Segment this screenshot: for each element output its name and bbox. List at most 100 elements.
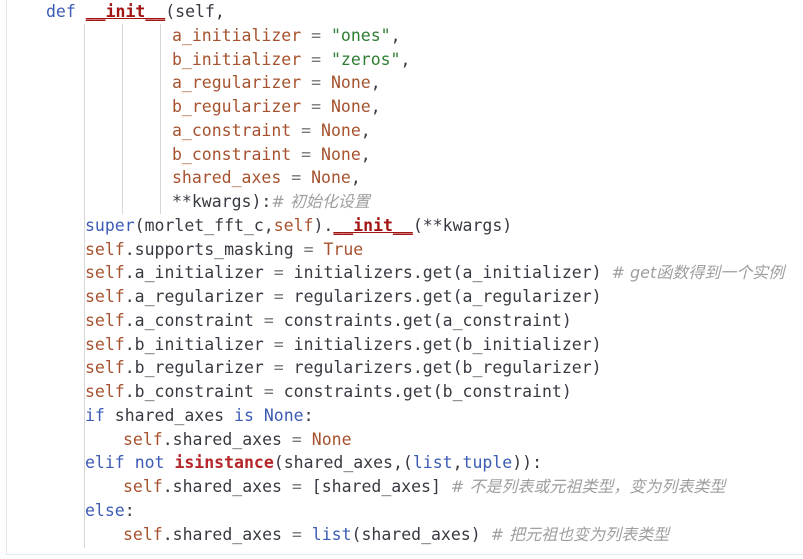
code-token: , [390, 25, 401, 45]
code-token: : [124, 500, 135, 520]
code-token: (shared_axes,( [273, 453, 413, 473]
code-line[interactable]: self.a_regularizer = regularizers.get(a_… [85, 285, 602, 309]
code-token: b_constraint [172, 144, 292, 164]
code-token: = [253, 310, 284, 330]
code-line[interactable]: def __init__(self, [46, 0, 225, 24]
code-token: , [370, 97, 381, 116]
code-token: = [301, 49, 331, 69]
code-token: .shared_axes [162, 524, 282, 544]
indent-guide [84, 522, 85, 546]
code-token: , [360, 144, 371, 164]
code-line[interactable]: self.a_constraint = constraints.get(a_co… [85, 309, 572, 333]
code-line[interactable]: self.shared_axes = None [123, 428, 352, 452]
code-token: not [134, 453, 165, 473]
code-token: )): [512, 453, 543, 473]
code-token: self [85, 310, 125, 330]
code-token: .shared_axes [162, 477, 282, 496]
code-token: super [85, 215, 135, 235]
code-token: self [273, 215, 314, 235]
code-token: = [253, 382, 284, 401]
code-line[interactable]: self.b_initializer = initializers.get(b_… [85, 333, 602, 357]
code-line[interactable]: self.b_regularizer = regularizers.get(b_… [85, 356, 602, 380]
code-token: ). [313, 215, 334, 235]
indent-guide [84, 24, 85, 214]
code-line[interactable]: elif not isinstance(shared_axes,(list,tu… [85, 451, 542, 475]
code-token: if [85, 405, 105, 425]
indent-guide [84, 476, 85, 500]
code-token: shared_axes [172, 168, 282, 188]
code-line[interactable]: else: [85, 499, 135, 523]
code-token: = [301, 25, 331, 45]
code-token: self [123, 429, 163, 449]
code-token: , [452, 453, 463, 473]
code-token: True [323, 239, 364, 259]
code-token: None [311, 168, 351, 188]
code-token: (self, [165, 2, 225, 21]
code-token: "ones" [330, 25, 391, 45]
code-line[interactable]: super(morlet_fft_c,self).__init__(**kwar… [85, 214, 512, 238]
code-token: None [311, 429, 352, 449]
code-comment: # 不是列表或元祖类型，变为列表类型 [450, 477, 726, 496]
code-token: = [301, 73, 331, 93]
code-token: = [281, 429, 312, 449]
code-token: isinstance [174, 453, 274, 473]
code-token: = [291, 144, 322, 164]
code-token: self [85, 358, 125, 378]
code-token: b_initializer [172, 49, 302, 69]
code-token: self [85, 287, 125, 306]
code-token: , [370, 73, 381, 93]
code-line[interactable]: b_constraint = None, [172, 143, 371, 167]
code-line[interactable]: self.b_constraint = constraints.get(b_co… [85, 380, 572, 404]
code-token: (shared_axes) [351, 524, 491, 544]
code-editor[interactable]: def __init__(self, a_initializer = "ones"… [0, 0, 803, 559]
code-token: None [263, 405, 304, 425]
code-line[interactable]: b_regularizer = None, [172, 95, 381, 119]
code-token: a_constraint [172, 120, 292, 140]
code-line[interactable]: self.a_initializer = initializers.get(a_… [85, 261, 784, 285]
code-line[interactable]: self.supports_masking = True [85, 238, 363, 262]
code-token: .b_initializer [124, 334, 264, 354]
code-token: .a_regularizer [124, 287, 264, 306]
code-token: initializers.get(b_initializer) [293, 334, 602, 354]
indent-guide [84, 428, 85, 452]
code-line[interactable]: if shared_axes is None: [85, 404, 314, 428]
code-token: ): [251, 192, 272, 211]
code-token: self [123, 524, 163, 544]
code-token: = [301, 97, 331, 116]
code-token: __init__ [85, 2, 166, 21]
code-line[interactable]: b_initializer = "zeros", [172, 48, 410, 72]
code-line[interactable]: self.shared_axes = [shared_axes] # 不是列表或… [123, 475, 725, 499]
code-token: initializers.get(a_initializer) [293, 263, 612, 283]
code-token: , [400, 49, 411, 69]
code-token: .b_constraint [124, 382, 254, 401]
code-line[interactable]: a_regularizer = None, [172, 71, 381, 95]
code-token: else [85, 500, 125, 520]
code-comment: # get函数得到一个实例 [611, 263, 785, 283]
code-token: .a_constraint [124, 310, 254, 330]
editor-bottom-border [6, 554, 803, 555]
code-line[interactable]: a_constraint = None, [172, 119, 371, 143]
code-token: .b_regularizer [124, 358, 264, 378]
code-token: **kwargs [172, 192, 252, 211]
code-token: a_initializer [172, 25, 302, 45]
code-token: = [263, 334, 294, 354]
code-line[interactable]: self.shared_axes = list(shared_axes) # 把… [123, 523, 669, 547]
code-comment: # 初始化设置 [271, 192, 370, 211]
code-line[interactable]: shared_axes = None, [172, 166, 361, 190]
code-token: [shared_axes] [311, 477, 451, 496]
code-token: self [123, 477, 163, 496]
code-token: = [263, 358, 294, 378]
code-line[interactable]: a_initializer = "ones", [172, 24, 401, 48]
code-token: = [263, 287, 294, 306]
code-token: (morlet_fft_c, [134, 215, 274, 235]
code-comment: # 把元祖也变为列表类型 [490, 524, 670, 544]
code-token: = [281, 524, 312, 544]
code-token: , [350, 168, 361, 188]
code-line[interactable]: **kwargs):# 初始化设置 [172, 190, 370, 214]
indent-guide [160, 24, 161, 214]
code-token: a_regularizer [172, 73, 302, 93]
code-token: .a_initializer [124, 263, 264, 283]
